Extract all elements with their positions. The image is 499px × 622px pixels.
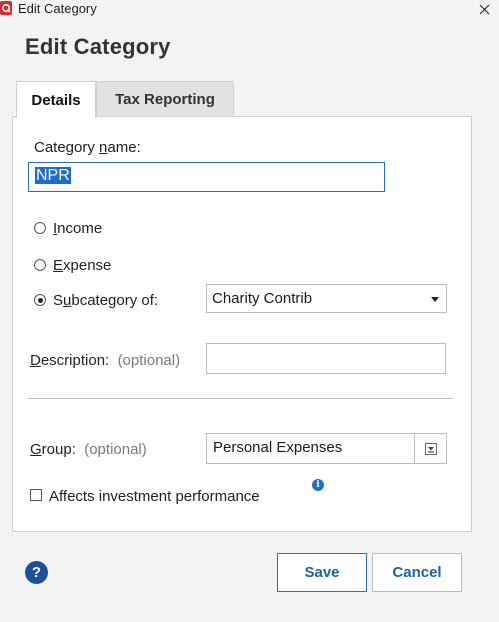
section-divider [28, 398, 453, 399]
group-label: Group: (optional) [30, 441, 147, 458]
cancel-button[interactable]: Cancel [372, 553, 462, 592]
info-icon[interactable]: i [312, 479, 324, 491]
tab-details[interactable]: Details [16, 81, 96, 118]
close-icon[interactable] [477, 0, 491, 18]
category-name-value: NPR [35, 167, 71, 184]
expense-radio-label[interactable]: Expense [53, 257, 111, 274]
subcategory-radio-label[interactable]: Subcategory of: [53, 292, 158, 309]
expense-radio[interactable] [34, 259, 46, 271]
group-optional-hint: (optional) [84, 441, 147, 458]
window-titlebar: Edit Category [0, 0, 499, 18]
group-picker-button[interactable] [414, 433, 447, 464]
dialog-heading: Edit Category [25, 34, 171, 59]
quicken-app-icon [0, 1, 12, 15]
income-radio[interactable] [34, 222, 46, 234]
subcategory-radio[interactable] [34, 294, 46, 306]
group-input[interactable]: Personal Expenses [206, 433, 415, 464]
subcategory-select-value: Charity Contrib [212, 290, 313, 307]
description-input[interactable] [206, 343, 446, 374]
category-name-label: Category name: [34, 139, 141, 156]
window-title: Edit Category [18, 1, 97, 16]
description-optional-hint: (optional) [117, 352, 181, 369]
download-tray-icon [424, 442, 437, 455]
help-icon[interactable]: ? [25, 561, 48, 584]
description-label: Description: (optional) [30, 352, 181, 369]
affects-investment-label[interactable]: Affects investment performance [49, 488, 260, 505]
save-button[interactable]: Save [277, 553, 367, 592]
chevron-down-icon [431, 297, 439, 302]
tab-tax-reporting[interactable]: Tax Reporting [96, 81, 234, 117]
affects-investment-checkbox[interactable] [30, 489, 42, 501]
income-radio-label[interactable]: Income [53, 220, 102, 237]
category-name-input[interactable]: NPR [28, 162, 385, 192]
subcategory-select[interactable]: Charity Contrib [206, 284, 447, 313]
